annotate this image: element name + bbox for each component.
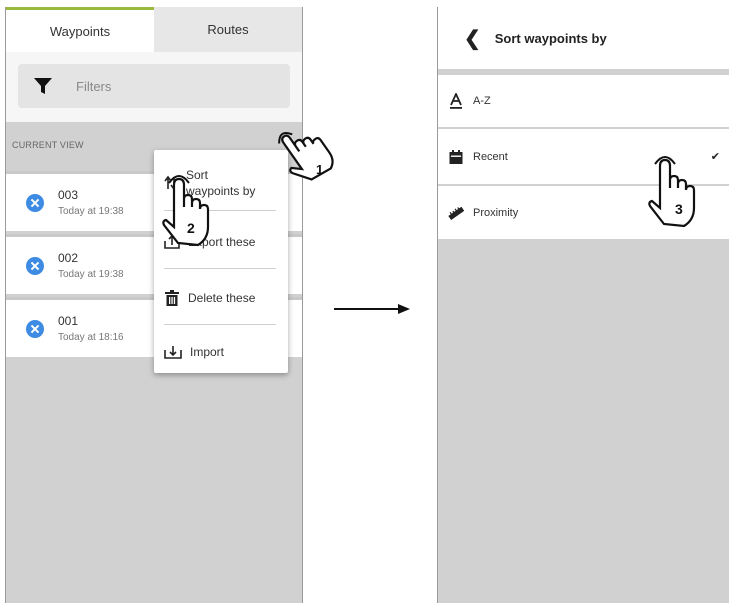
tab-routes[interactable]: Routes	[154, 7, 302, 52]
filters-button[interactable]: Filters	[18, 64, 290, 108]
sort-header: ❮ Sort waypoints by	[438, 7, 729, 69]
sort-option-label: Recent	[473, 150, 508, 163]
step-number: 3	[675, 201, 683, 217]
waypoints-screen: Waypoints Routes Filters CURRENT VIEW 00…	[5, 7, 303, 603]
waypoint-name: 002	[58, 251, 79, 265]
trash-icon	[165, 290, 179, 306]
check-icon: ✔	[710, 151, 720, 163]
transition-arrow-icon	[334, 304, 410, 314]
waypoint-time: Today at 19:38	[58, 269, 124, 280]
ruler-icon	[448, 206, 464, 220]
step-number: 2	[187, 220, 195, 236]
sort-option-label: Proximity	[473, 206, 519, 219]
menu-divider	[164, 324, 276, 325]
menu-item-import[interactable]: Import	[154, 332, 288, 372]
waypoint-time: Today at 19:38	[58, 206, 124, 217]
menu-divider	[164, 268, 276, 269]
sort-option-label: A-Z	[473, 95, 491, 107]
section-label: CURRENT VIEW	[12, 140, 84, 150]
calendar-icon	[449, 149, 463, 164]
chevron-left-icon[interactable]: ❮	[464, 26, 481, 51]
waypoint-name: 003	[58, 188, 79, 202]
menu-item-import-label: Import	[190, 345, 225, 359]
tab-waypoints[interactable]: Waypoints	[6, 7, 154, 52]
page-title: Sort waypoints by	[494, 30, 607, 46]
sort-screen: ❮ Sort waypoints by A-Z Recent ✔ Proximi…	[437, 7, 729, 603]
filters-label: Filters	[76, 78, 112, 94]
menu-item-delete[interactable]: Delete these	[154, 278, 288, 318]
import-icon	[164, 346, 182, 359]
remove-icon[interactable]	[26, 256, 44, 275]
sort-option-az[interactable]: A-Z	[438, 75, 729, 127]
tap-hand-icon: 2	[162, 175, 210, 247]
tab-bar: Waypoints Routes	[6, 7, 302, 52]
waypoint-name: 001	[58, 314, 79, 328]
filter-bar: Filters	[6, 52, 302, 122]
remove-icon[interactable]	[26, 193, 44, 212]
menu-item-delete-label: Delete these	[188, 291, 256, 305]
tap-hand-icon: 3	[648, 156, 696, 228]
waypoint-time: Today at 18:16	[58, 332, 124, 343]
tap-hand-icon: 1	[278, 131, 334, 181]
filter-icon	[34, 78, 52, 94]
alphabet-icon	[450, 93, 462, 109]
step-number: 1	[316, 162, 323, 177]
remove-icon[interactable]	[26, 319, 44, 338]
